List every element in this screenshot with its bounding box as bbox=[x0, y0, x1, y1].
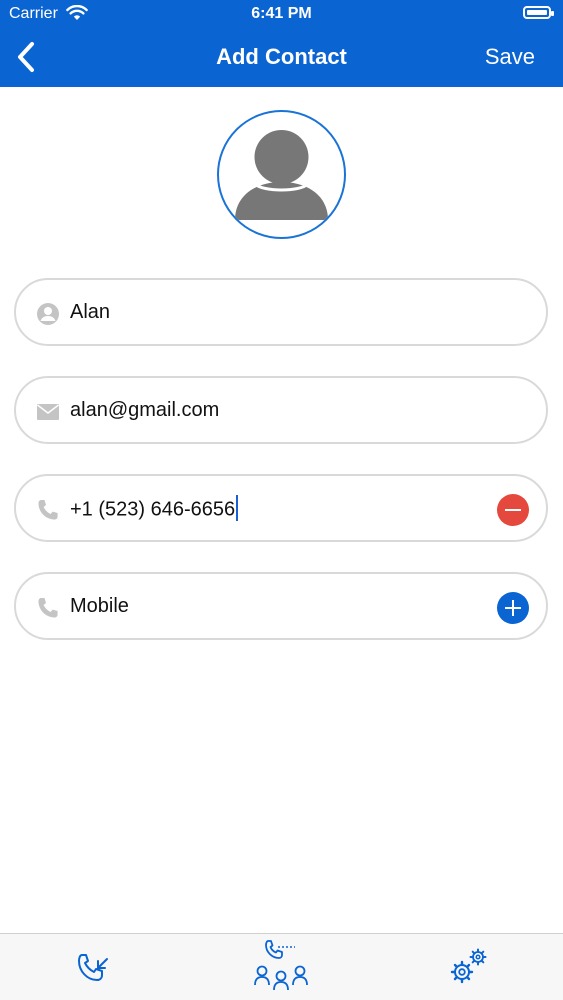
email-input[interactable]: alan@gmail.com bbox=[70, 399, 219, 422]
mail-icon bbox=[36, 400, 60, 424]
add-phone-button[interactable] bbox=[497, 592, 529, 624]
phone-icon bbox=[36, 498, 60, 522]
chevron-left-icon bbox=[18, 42, 34, 72]
phone-type-field[interactable]: Mobile bbox=[14, 572, 548, 640]
phone-value: +1 (523) 646-6656 bbox=[70, 498, 236, 521]
save-button[interactable]: Save bbox=[485, 44, 535, 70]
phone-icon bbox=[36, 596, 60, 620]
text-cursor bbox=[236, 495, 239, 521]
status-bar: Carrier 6:41 PM bbox=[0, 0, 563, 30]
name-field[interactable]: Alan bbox=[14, 278, 548, 346]
minus-icon bbox=[505, 509, 521, 511]
tab-calls[interactable] bbox=[34, 934, 154, 1000]
tab-settings[interactable] bbox=[408, 934, 528, 1000]
clock: 6:41 PM bbox=[251, 5, 312, 22]
navigation-header: Carrier 6:41 PM Add Contact Save bbox=[0, 0, 563, 87]
remove-phone-button[interactable] bbox=[497, 494, 529, 526]
page-title: Add Contact bbox=[216, 44, 347, 69]
phone-type-label[interactable]: Mobile bbox=[70, 595, 129, 618]
name-input[interactable]: Alan bbox=[70, 301, 110, 324]
gears-icon bbox=[450, 948, 487, 984]
battery-icon bbox=[523, 6, 554, 19]
tab-contacts[interactable] bbox=[221, 934, 341, 1000]
avatar-picker[interactable] bbox=[217, 110, 346, 239]
phone-input[interactable]: +1 (523) 646-6656 bbox=[70, 495, 239, 523]
phone-field[interactable]: +1 (523) 646-6656 bbox=[14, 474, 548, 542]
person-silhouette-icon bbox=[235, 130, 328, 220]
tab-bar bbox=[0, 933, 563, 1000]
contacts-group-icon bbox=[254, 940, 308, 991]
phone-incoming-icon bbox=[78, 954, 108, 981]
back-button[interactable] bbox=[12, 40, 44, 74]
person-icon bbox=[36, 302, 60, 326]
email-field[interactable]: alan@gmail.com bbox=[14, 376, 548, 444]
